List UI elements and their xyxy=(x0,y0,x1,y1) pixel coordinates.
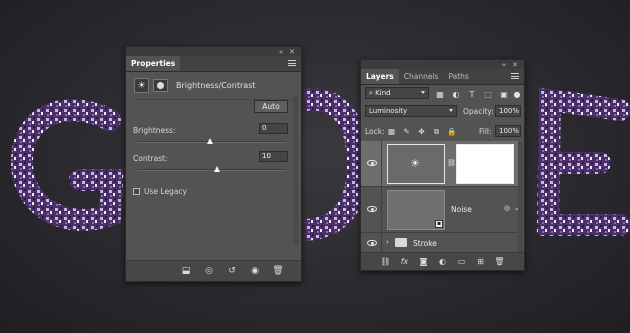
layer-name[interactable]: Stroke xyxy=(413,239,437,248)
canvas-text-art xyxy=(0,0,630,333)
brightness-label: Brightness: xyxy=(133,126,176,135)
tab-layers[interactable]: Layers xyxy=(361,69,399,84)
visibility-eye-icon[interactable]: ◉ xyxy=(248,265,262,277)
disclosure-arrow-icon[interactable]: › xyxy=(386,238,389,246)
new-adjustment-icon[interactable]: ◐ xyxy=(437,256,448,267)
eye-icon[interactable] xyxy=(367,160,377,166)
tab-channels[interactable]: Channels xyxy=(399,69,444,84)
contrast-field[interactable]: 10 xyxy=(259,151,288,162)
link-layers-icon[interactable]: ⛓ xyxy=(380,256,391,267)
chain-link-icon[interactable]: ⛓ xyxy=(447,159,456,167)
use-legacy-label: Use Legacy xyxy=(144,187,187,196)
letter-e xyxy=(536,87,630,236)
collapse-icon[interactable]: « xyxy=(502,61,506,69)
adjustment-header: ☀ Brightness/Contrast xyxy=(126,72,301,99)
visibility-column xyxy=(361,233,382,253)
brightness-contrast-icon: ☀ xyxy=(410,157,420,170)
brightness-contrast-icon[interactable]: ☀ xyxy=(134,78,149,93)
eye-icon[interactable] xyxy=(367,240,377,246)
layer-row-stroke[interactable]: › Stroke xyxy=(361,233,518,254)
pixel-filter-icon[interactable]: ▦ xyxy=(435,89,445,99)
filter-kind-select[interactable]: ⌕ Kind xyxy=(365,87,429,99)
close-panel-icon[interactable]: ✕ xyxy=(289,48,295,56)
new-layer-icon[interactable]: ⊞ xyxy=(475,256,486,267)
layer-row-adjustment[interactable]: ☀ ⛓ xyxy=(361,141,518,187)
lock-all-icon[interactable]: 🔒 xyxy=(447,127,456,136)
tab-properties[interactable]: Properties xyxy=(126,56,181,71)
filter-toggle-icon[interactable]: ● xyxy=(512,89,522,99)
adjustment-title: Brightness/Contrast xyxy=(176,81,256,90)
chevron-down-icon xyxy=(449,109,453,112)
eye-icon[interactable] xyxy=(367,206,377,212)
fx-icon[interactable]: fx xyxy=(399,256,410,267)
delete-trash-icon[interactable]: 🗑 xyxy=(494,256,505,267)
chevron-down-icon xyxy=(421,91,425,94)
close-panel-icon[interactable]: ✕ xyxy=(512,61,518,69)
tab-paths[interactable]: Paths xyxy=(443,69,473,84)
brightness-slider-thumb[interactable] xyxy=(207,138,213,144)
shape-filter-icon[interactable]: ⬚ xyxy=(483,89,493,99)
noise-thumbnail[interactable]: ▪ xyxy=(387,190,445,230)
lock-transparent-icon[interactable]: ▩ xyxy=(387,127,396,136)
panel-menu-icon[interactable] xyxy=(288,60,296,66)
panel-titlebar[interactable]: « ✕ xyxy=(126,47,301,56)
use-legacy-checkbox[interactable] xyxy=(133,188,140,195)
layer-list: ☀ ⛓ ▪ Noise ◎ ⌄ › Stroke xyxy=(361,141,518,254)
smart-filter-icon[interactable]: ◎ xyxy=(504,204,510,212)
properties-footer: ⬓ ◎ ↺ ◉ 🗑 xyxy=(126,260,301,281)
blend-mode-value: Luminosity xyxy=(369,107,408,115)
reset-icon[interactable]: ↺ xyxy=(225,265,239,277)
contrast-slider[interactable] xyxy=(137,169,286,171)
opacity-field[interactable]: 100% xyxy=(495,105,521,117)
visibility-column xyxy=(361,187,382,232)
layer-name[interactable]: Noise xyxy=(451,205,472,214)
type-filter-icon[interactable]: T xyxy=(467,89,477,99)
contrast-slider-thumb[interactable] xyxy=(214,166,220,172)
smart-object-filter-icon[interactable]: ▣ xyxy=(499,89,509,99)
opacity-value: 100% xyxy=(499,107,520,115)
fill-label: Fill: xyxy=(479,127,492,136)
auto-button[interactable]: Auto xyxy=(254,100,288,113)
lock-position-icon[interactable]: ✥ xyxy=(417,127,426,136)
lock-image-icon[interactable]: ✎ xyxy=(402,127,411,136)
brightness-field[interactable]: 0 xyxy=(259,123,288,134)
layers-scrollbar[interactable] xyxy=(518,141,523,254)
mask-thumbnail[interactable] xyxy=(456,144,514,184)
panel-menu-icon[interactable] xyxy=(511,73,519,79)
filter-kind-value: Kind xyxy=(375,89,391,97)
fill-value: 100% xyxy=(499,127,520,135)
add-mask-icon[interactable]: ◙ xyxy=(418,256,429,267)
visibility-column xyxy=(361,141,382,186)
properties-scrollbar[interactable] xyxy=(293,95,298,245)
layers-tabbar: Layers Channels Paths xyxy=(361,69,524,85)
opacity-label: Opacity: xyxy=(463,107,494,116)
letter-g xyxy=(10,99,124,231)
new-group-icon[interactable]: ▭ xyxy=(456,256,467,267)
folder-icon xyxy=(395,238,407,247)
layer-mask-icon[interactable] xyxy=(153,79,168,92)
layers-panel: « ✕ Layers Channels Paths ⌕ Kind ▦ ◐ T ⬚… xyxy=(360,59,525,271)
adjustment-filter-icon[interactable]: ◐ xyxy=(451,89,461,99)
properties-panel: « ✕ Properties ☀ Brightness/Contrast Aut… xyxy=(125,46,302,282)
fill-field[interactable]: 100% xyxy=(495,125,521,137)
artboard-icon[interactable]: ⧉ xyxy=(432,127,441,136)
collapse-icon[interactable]: « xyxy=(279,48,283,56)
adjustment-thumbnail[interactable]: ☀ xyxy=(387,144,445,184)
layer-row-noise[interactable]: ▪ Noise ◎ ⌄ xyxy=(361,187,518,233)
layers-footer: ⛓ fx ◙ ◐ ▭ ⊞ 🗑 xyxy=(361,252,524,270)
view-previous-state-icon[interactable]: ◎ xyxy=(202,265,216,277)
smart-object-badge-icon: ▪ xyxy=(435,220,443,228)
panel-titlebar[interactable]: « ✕ xyxy=(361,60,524,69)
properties-tabbar: Properties xyxy=(126,56,301,72)
clip-to-layer-icon[interactable]: ⬓ xyxy=(179,265,193,277)
use-legacy-row[interactable]: Use Legacy xyxy=(133,187,187,196)
blend-mode-select[interactable]: Luminosity xyxy=(365,105,457,117)
delete-trash-icon[interactable]: 🗑 xyxy=(271,265,285,277)
letter-o xyxy=(303,88,370,241)
lock-label: Lock: xyxy=(365,127,385,136)
contrast-label: Contrast: xyxy=(133,154,168,163)
